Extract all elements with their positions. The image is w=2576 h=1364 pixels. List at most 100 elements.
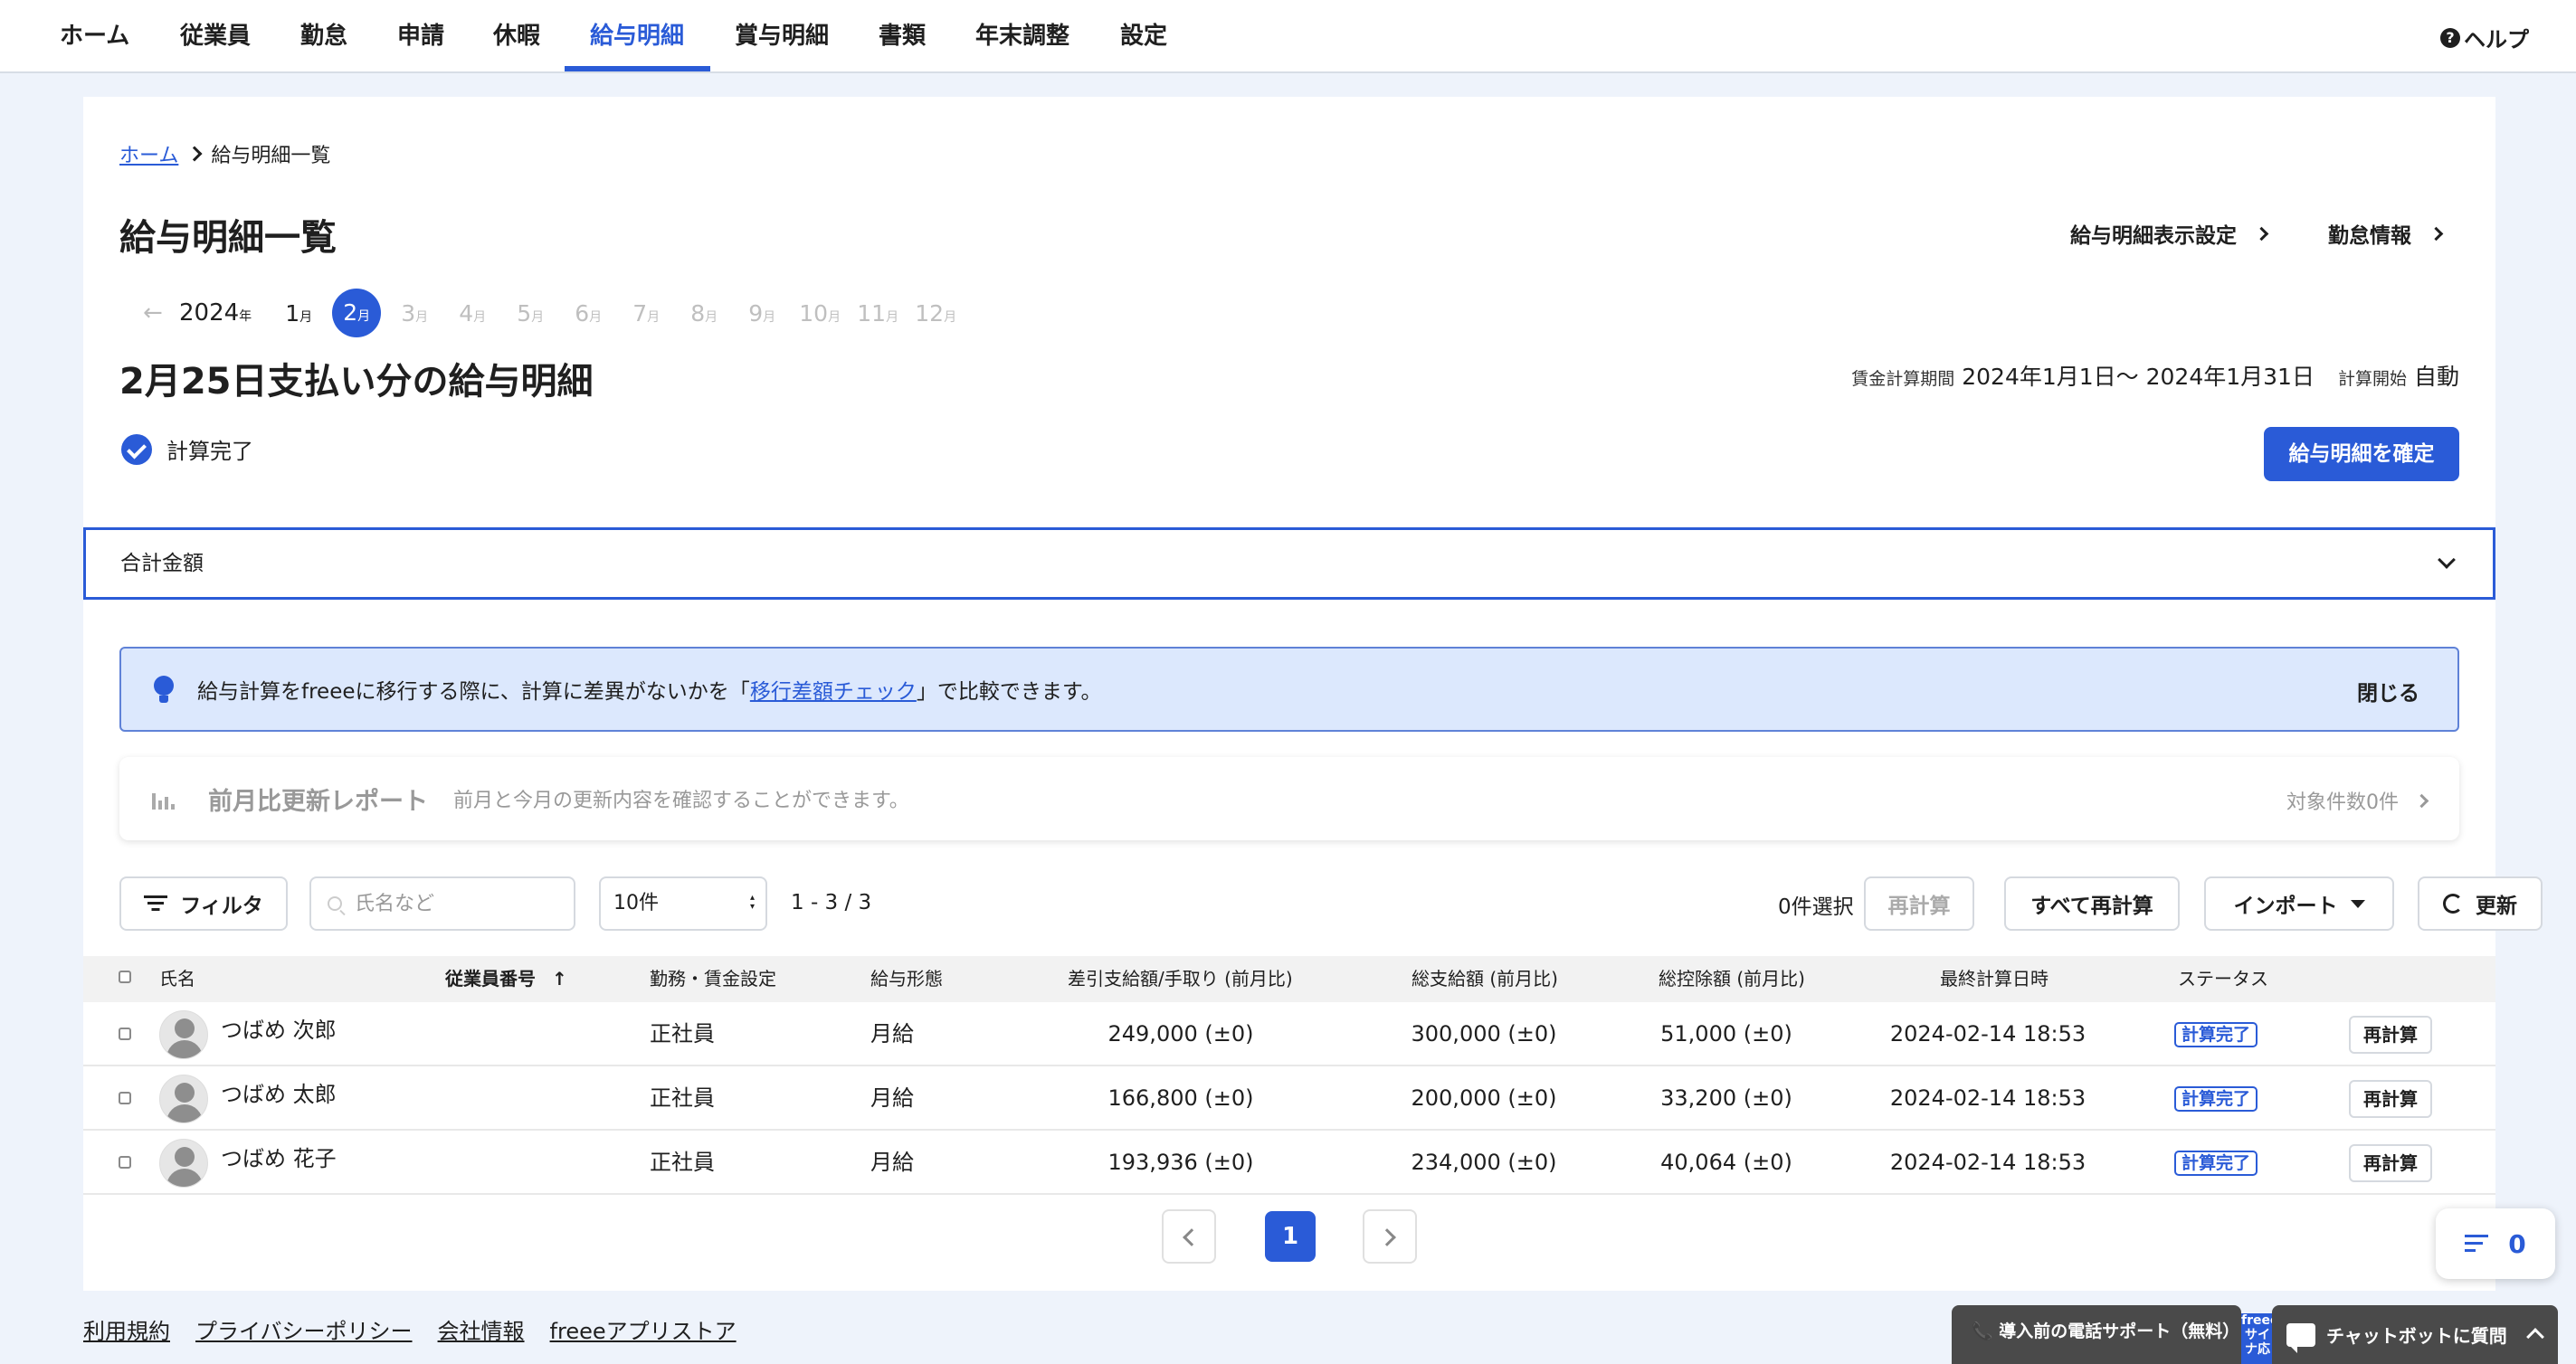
nav-year-end[interactable]: 年末調整 <box>975 0 1069 73</box>
work-setting: 正社員 <box>650 1085 715 1111</box>
payslip-title: 2月25日支払い分の給与明細 <box>119 361 594 403</box>
footer-privacy-link[interactable]: プライバシーポリシー <box>195 1313 413 1345</box>
pay-type: 月給 <box>870 1085 914 1111</box>
freee-side-tab[interactable]: freeeサイナ応 <box>2241 1313 2274 1364</box>
nav-requests[interactable]: 申請 <box>397 0 444 73</box>
import-button[interactable]: インポート <box>2204 876 2394 931</box>
table-toolbar: フィルタ 10件 ▴▾ 1 - 3 / 3 0件選択 再計算 すべて再計算 イン… <box>119 876 2543 931</box>
footer-terms-link[interactable]: 利用規約 <box>83 1313 170 1345</box>
table-row[interactable]: つばめ 次郎 正社員 月給 249,000 (±0) 300,000 (±0) … <box>83 1002 2495 1066</box>
nav-employees[interactable]: 従業員 <box>180 0 251 73</box>
status-badge: 計算完了 <box>2174 1022 2258 1047</box>
nav-home[interactable]: ホーム <box>60 0 129 73</box>
last-calc-time: 2024-02-14 18:53 <box>1889 1085 2086 1111</box>
nav-bonus[interactable]: 賞与明細 <box>735 0 829 73</box>
attendance-info-label: 勤怠情報 <box>2328 224 2411 248</box>
chatbot-widget[interactable]: チャットボットに質問 <box>2272 1305 2558 1364</box>
col-gross-pay[interactable]: 総支給額 (前月比) <box>1412 956 1558 1002</box>
row-checkbox[interactable] <box>119 1092 131 1104</box>
net-pay: 193,936 (±0) <box>1107 1150 1254 1175</box>
row-recalc-button[interactable]: 再計算 <box>2349 1016 2432 1054</box>
col-pay-type[interactable]: 給与形態 <box>870 956 943 1002</box>
col-employee-no[interactable]: 従業員番号 ↑ <box>445 956 567 1002</box>
search-input[interactable] <box>355 892 554 915</box>
filter-label: フィルタ <box>180 895 263 918</box>
col-status[interactable]: ステータス <box>2178 956 2268 1002</box>
confirm-payslip-button[interactable]: 給与明細を確定 <box>2264 427 2459 481</box>
footer-links: 利用規約 プライバシーポリシー 会社情報 freeeアプリストア <box>83 1313 737 1345</box>
sort-asc-icon: ↑ <box>552 968 567 990</box>
nav-payslips[interactable]: 給与明細 <box>590 0 684 73</box>
report-title: 前月比更新レポート <box>208 787 428 816</box>
search-icon <box>328 896 342 911</box>
phone-support-label: 導入前の電話サポート（無料） <box>1999 1321 2240 1341</box>
month-1[interactable]: 1月 <box>270 300 328 327</box>
table-row[interactable]: つばめ 太郎 正社員 月給 166,800 (±0) 200,000 (±0) … <box>83 1066 2495 1131</box>
employee-name[interactable]: つばめ 花子 <box>221 1131 337 1187</box>
avatar <box>159 1139 208 1188</box>
table-header: 氏名 従業員番号 ↑ 勤務・賃金設定 給与形態 差引支給額/手取り (前月比) 総… <box>83 956 2495 1002</box>
footer-company-link[interactable]: 会社情報 <box>438 1313 525 1345</box>
select-all-checkbox[interactable] <box>119 971 131 983</box>
filter-icon <box>144 895 168 912</box>
col-last-calc[interactable]: 最終計算日時 <box>1940 956 2048 1002</box>
per-page-select[interactable]: 10件 ▴ ▾ <box>599 876 767 931</box>
refresh-button[interactable]: 更新 <box>2418 876 2543 931</box>
table-row[interactable]: つばめ 花子 正社員 月給 193,936 (±0) 234,000 (±0) … <box>83 1131 2495 1195</box>
footer-appstore-link[interactable]: freeeアプリストア <box>550 1313 737 1345</box>
month-9: 9月 <box>748 299 776 327</box>
row-checkbox[interactable] <box>119 1156 131 1169</box>
employee-name[interactable]: つばめ 太郎 <box>221 1066 337 1122</box>
nav-documents[interactable]: 書類 <box>879 0 926 73</box>
close-banner-button[interactable]: 閉じる <box>2357 676 2419 706</box>
col-work-setting[interactable]: 勤務・賃金設定 <box>650 956 776 1002</box>
main-card: ホーム 給与明細一覧 給与明細一覧 給与明細表示設定 勤怠情報 ← 2024年 … <box>83 97 2543 1291</box>
recalc-button[interactable]: 再計算 <box>1864 876 1974 931</box>
row-checkbox[interactable] <box>119 1028 131 1040</box>
month-8: 8月 <box>690 299 718 327</box>
chatbot-label: チャットボットに質問 <box>2326 1325 2507 1347</box>
employee-name[interactable]: つばめ 次郎 <box>221 1002 337 1058</box>
arrow-left-icon[interactable]: ← <box>143 299 179 327</box>
page-1-button[interactable]: 1 <box>1265 1211 1316 1262</box>
migration-info-banner: 給与計算をfreeeに移行する際に、計算に差異がないかを「 移行差額チェック 」で比… <box>119 647 2459 732</box>
recalc-all-button[interactable]: すべて再計算 <box>2004 876 2180 931</box>
attendance-info-link[interactable]: 勤怠情報 <box>2328 218 2444 249</box>
chevron-right-icon <box>2429 226 2444 241</box>
total-amount-label: 合計金額 <box>120 552 204 575</box>
chevron-down-icon <box>2438 551 2456 569</box>
nav-attendance[interactable]: 勤怠 <box>300 0 347 73</box>
col-deductions[interactable]: 総控除額 (前月比) <box>1659 956 1805 1002</box>
nav-leave[interactable]: 休暇 <box>493 0 540 73</box>
todo-count: 0 <box>2508 1228 2526 1259</box>
caret-down-icon <box>2350 899 2365 908</box>
next-page-button[interactable] <box>1363 1209 1417 1264</box>
breadcrumb-home[interactable]: ホーム <box>119 139 178 168</box>
month-6: 6月 <box>575 299 603 327</box>
total-amount-accordion[interactable]: 合計金額 <box>83 527 2495 600</box>
phone-support-widget[interactable]: 📞 導入前の電話サポート（無料） <box>1952 1305 2241 1364</box>
chevron-up-icon <box>2526 1328 2544 1346</box>
todo-float-button[interactable]: 0 <box>2436 1208 2555 1279</box>
migration-check-link[interactable]: 移行差額チェック <box>750 674 917 705</box>
chat-bubble-icon <box>2286 1322 2315 1353</box>
monthly-report-card[interactable]: 前月比更新レポート 前月と今月の更新内容を確認することができます。 対象件数0件 <box>119 757 2459 840</box>
col-name[interactable]: 氏名 <box>159 956 195 1002</box>
net-pay: 166,800 (±0) <box>1107 1085 1254 1111</box>
month-11: 11月 <box>857 299 899 327</box>
row-recalc-button[interactable]: 再計算 <box>2349 1080 2432 1118</box>
calc-period: 賃金計算期間 2024年1月1日〜 2024年1月31日 計算開始 自動 <box>1851 359 2459 392</box>
month-picker: ← 2024年 1月 2月 3月 4月 5月 6月 7月 8月 9月 10月 1… <box>143 289 965 337</box>
work-setting: 正社員 <box>650 1150 715 1175</box>
month-2[interactable]: 2月 <box>328 289 385 337</box>
help-label: ヘルプ <box>2464 27 2529 52</box>
display-settings-link[interactable]: 給与明細表示設定 <box>2070 218 2269 249</box>
pay-type: 月給 <box>870 1021 914 1047</box>
help-link[interactable]: ? ヘルプ <box>2440 22 2529 53</box>
nav-settings[interactable]: 設定 <box>1120 0 1167 73</box>
prev-page-button[interactable] <box>1162 1209 1216 1264</box>
row-recalc-button[interactable]: 再計算 <box>2349 1144 2432 1182</box>
col-net-pay[interactable]: 差引支給額/手取り (前月比) <box>1068 956 1293 1002</box>
status-badge: 計算完了 <box>2174 1086 2258 1112</box>
filter-button[interactable]: フィルタ <box>119 876 288 931</box>
